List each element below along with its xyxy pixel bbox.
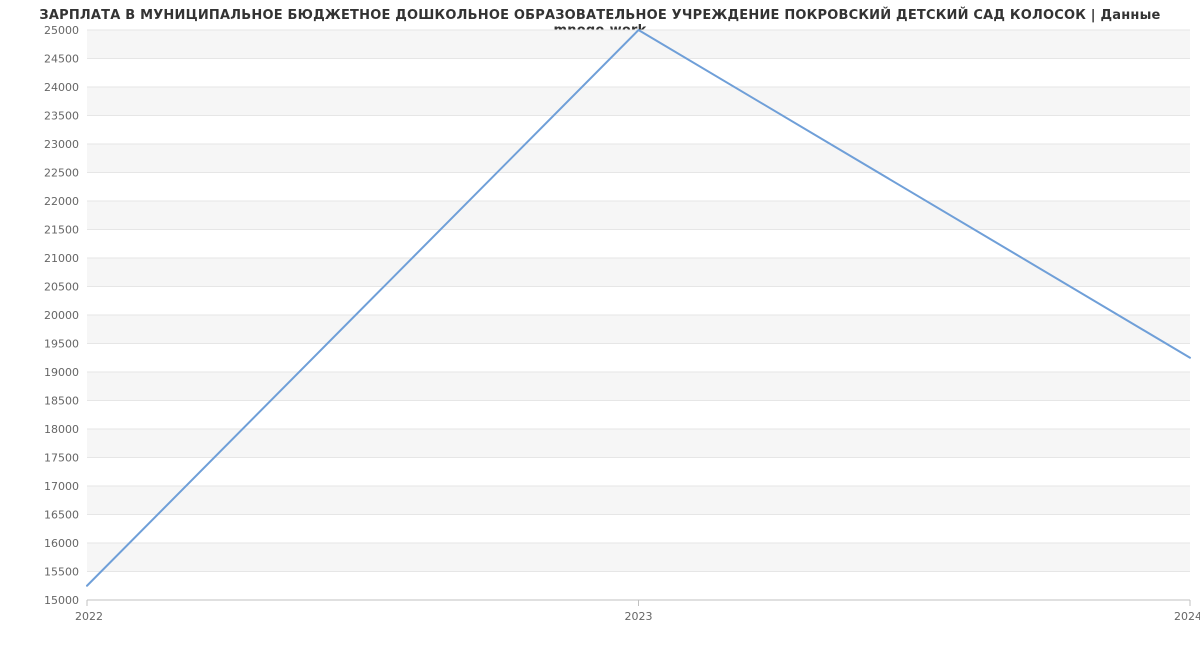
- y-tick-label: 15000: [44, 594, 79, 607]
- y-tick-label: 16500: [44, 509, 79, 522]
- y-tick-label: 17500: [44, 452, 79, 465]
- grid-band: [87, 201, 1190, 230]
- grid-band: [87, 30, 1190, 59]
- y-tick-label: 17000: [44, 480, 79, 493]
- grid-band: [87, 429, 1190, 458]
- y-tick-label: 16000: [44, 537, 79, 550]
- grid-band: [87, 87, 1190, 116]
- y-tick-label: 19500: [44, 338, 79, 351]
- y-tick-label: 25000: [44, 24, 79, 37]
- y-tick-label: 20000: [44, 309, 79, 322]
- grid-band: [87, 372, 1190, 401]
- chart-container: ЗАРПЛАТА В МУНИЦИПАЛЬНОЕ БЮДЖЕТНОЕ ДОШКО…: [0, 0, 1200, 650]
- grid-band: [87, 144, 1190, 173]
- y-tick-label: 22500: [44, 167, 79, 180]
- x-tick-label: 2022: [75, 610, 103, 623]
- y-tick-label: 19000: [44, 366, 79, 379]
- y-tick-label: 21500: [44, 224, 79, 237]
- y-tick-label: 24500: [44, 53, 79, 66]
- y-tick-label: 15500: [44, 566, 79, 579]
- x-tick-label: 2024: [1174, 610, 1200, 623]
- y-tick-label: 18000: [44, 423, 79, 436]
- x-tick-label: 2023: [625, 610, 653, 623]
- grid-band: [87, 543, 1190, 572]
- y-tick-label: 21000: [44, 252, 79, 265]
- y-tick-label: 18500: [44, 395, 79, 408]
- grid-band: [87, 486, 1190, 515]
- y-tick-label: 22000: [44, 195, 79, 208]
- grid-band: [87, 315, 1190, 344]
- y-tick-label: 23500: [44, 110, 79, 123]
- chart-svg: 15000 15500 16000 16500 17000 17500 18000 18500…: [0, 0, 1200, 650]
- grid-band: [87, 258, 1190, 287]
- y-tick-label: 20500: [44, 281, 79, 294]
- y-tick-label: 23000: [44, 138, 79, 151]
- y-tick-label: 24000: [44, 81, 79, 94]
